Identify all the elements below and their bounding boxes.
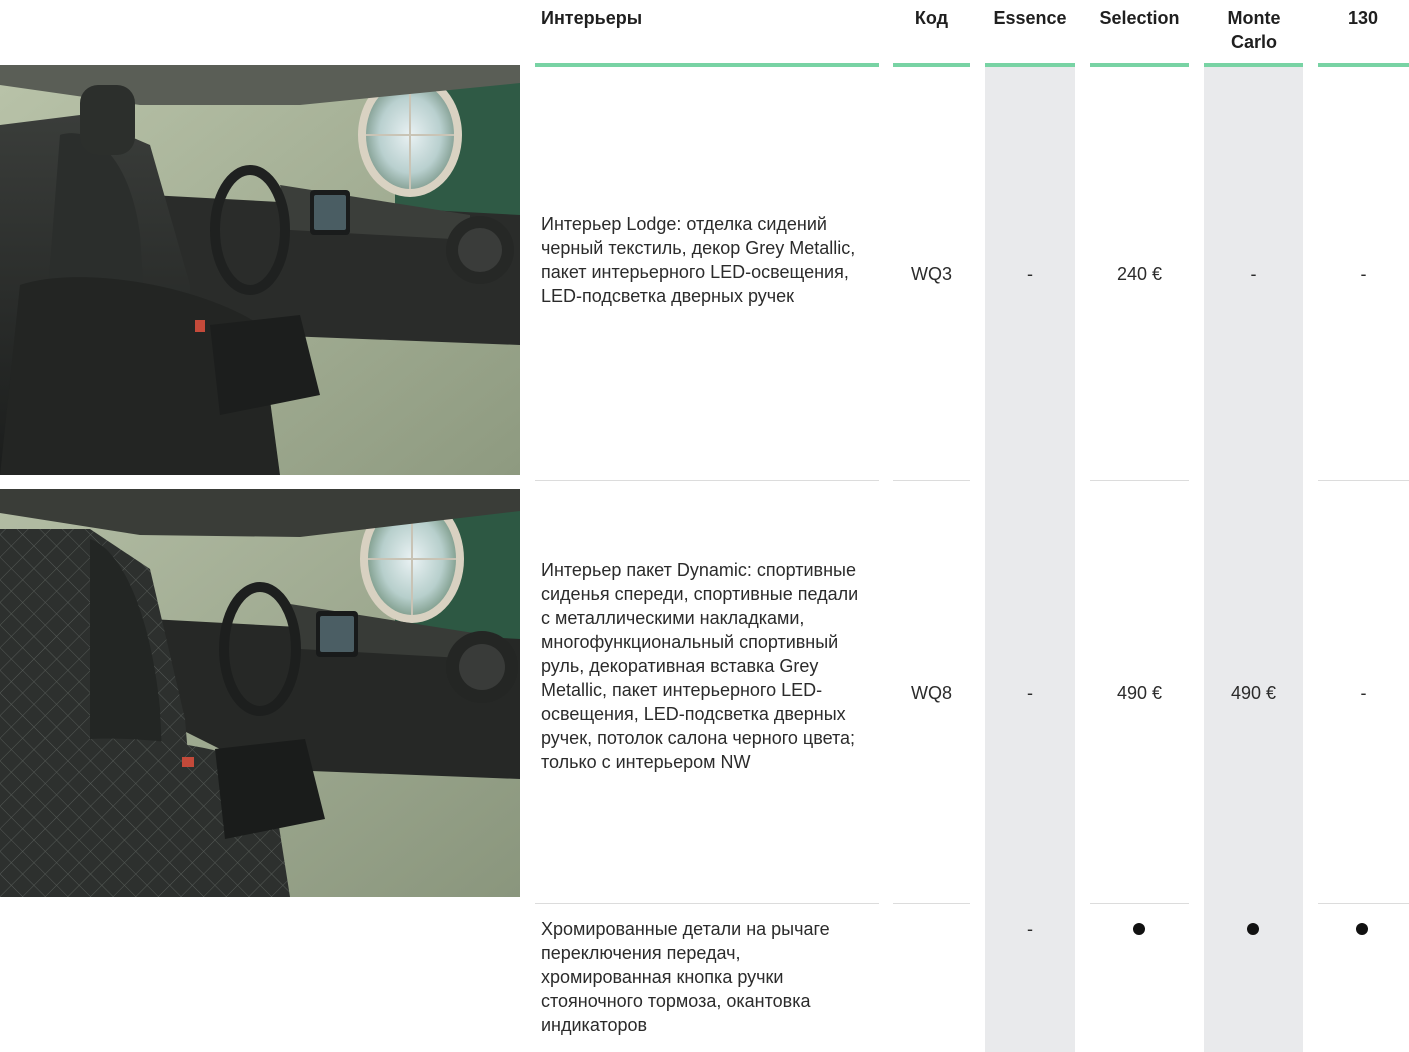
row3-montecarlo-standard-dot-icon	[1247, 923, 1259, 935]
header-code: Код	[914, 8, 949, 28]
header-rule-130	[1318, 63, 1409, 67]
row1-description: Интерьер Lodge: отделка сидений черный т…	[541, 214, 856, 306]
header-rule-code	[893, 63, 970, 67]
row2-essence: -	[1027, 683, 1033, 703]
header-rule-selection	[1090, 63, 1189, 67]
row3-130-standard-dot-icon	[1356, 923, 1368, 935]
header-rule-montecarlo	[1204, 63, 1303, 67]
header-montecarlo: Monte Carlo	[1227, 8, 1281, 52]
header-rule-interiors	[535, 63, 879, 67]
row3-description: Хромированные детали на рычаге переключе…	[541, 919, 830, 1035]
row1-code: WQ3	[910, 264, 952, 284]
header-essence: Essence	[993, 8, 1067, 28]
row3-selection-standard-dot-icon	[1133, 923, 1145, 935]
header-interiors: Интерьеры	[541, 8, 643, 28]
header-130: 130	[1347, 8, 1379, 28]
header-rule-essence	[985, 63, 1075, 67]
row2-code: WQ8	[910, 683, 952, 703]
row2-description: Интерьер пакет Dyna­mic: спортивные сиде…	[541, 560, 859, 772]
row1-montecarlo: -	[1250, 264, 1257, 284]
lodge-interior-photo	[0, 65, 520, 475]
header-selection: Selection	[1099, 8, 1180, 28]
row2-selection: 490 €	[1116, 683, 1163, 703]
essence-column-shade	[985, 67, 1075, 1052]
row2-montecarlo: 490 €	[1230, 683, 1277, 703]
montecarlo-column-shade	[1204, 67, 1303, 1052]
row1-selection: 240 €	[1116, 264, 1163, 284]
row1-essence: -	[1027, 264, 1033, 284]
row1-130: -	[1360, 264, 1367, 284]
row2-130: -	[1360, 683, 1367, 703]
row3-essence: -	[1027, 919, 1033, 939]
dynamic-interior-photo	[0, 489, 520, 897]
